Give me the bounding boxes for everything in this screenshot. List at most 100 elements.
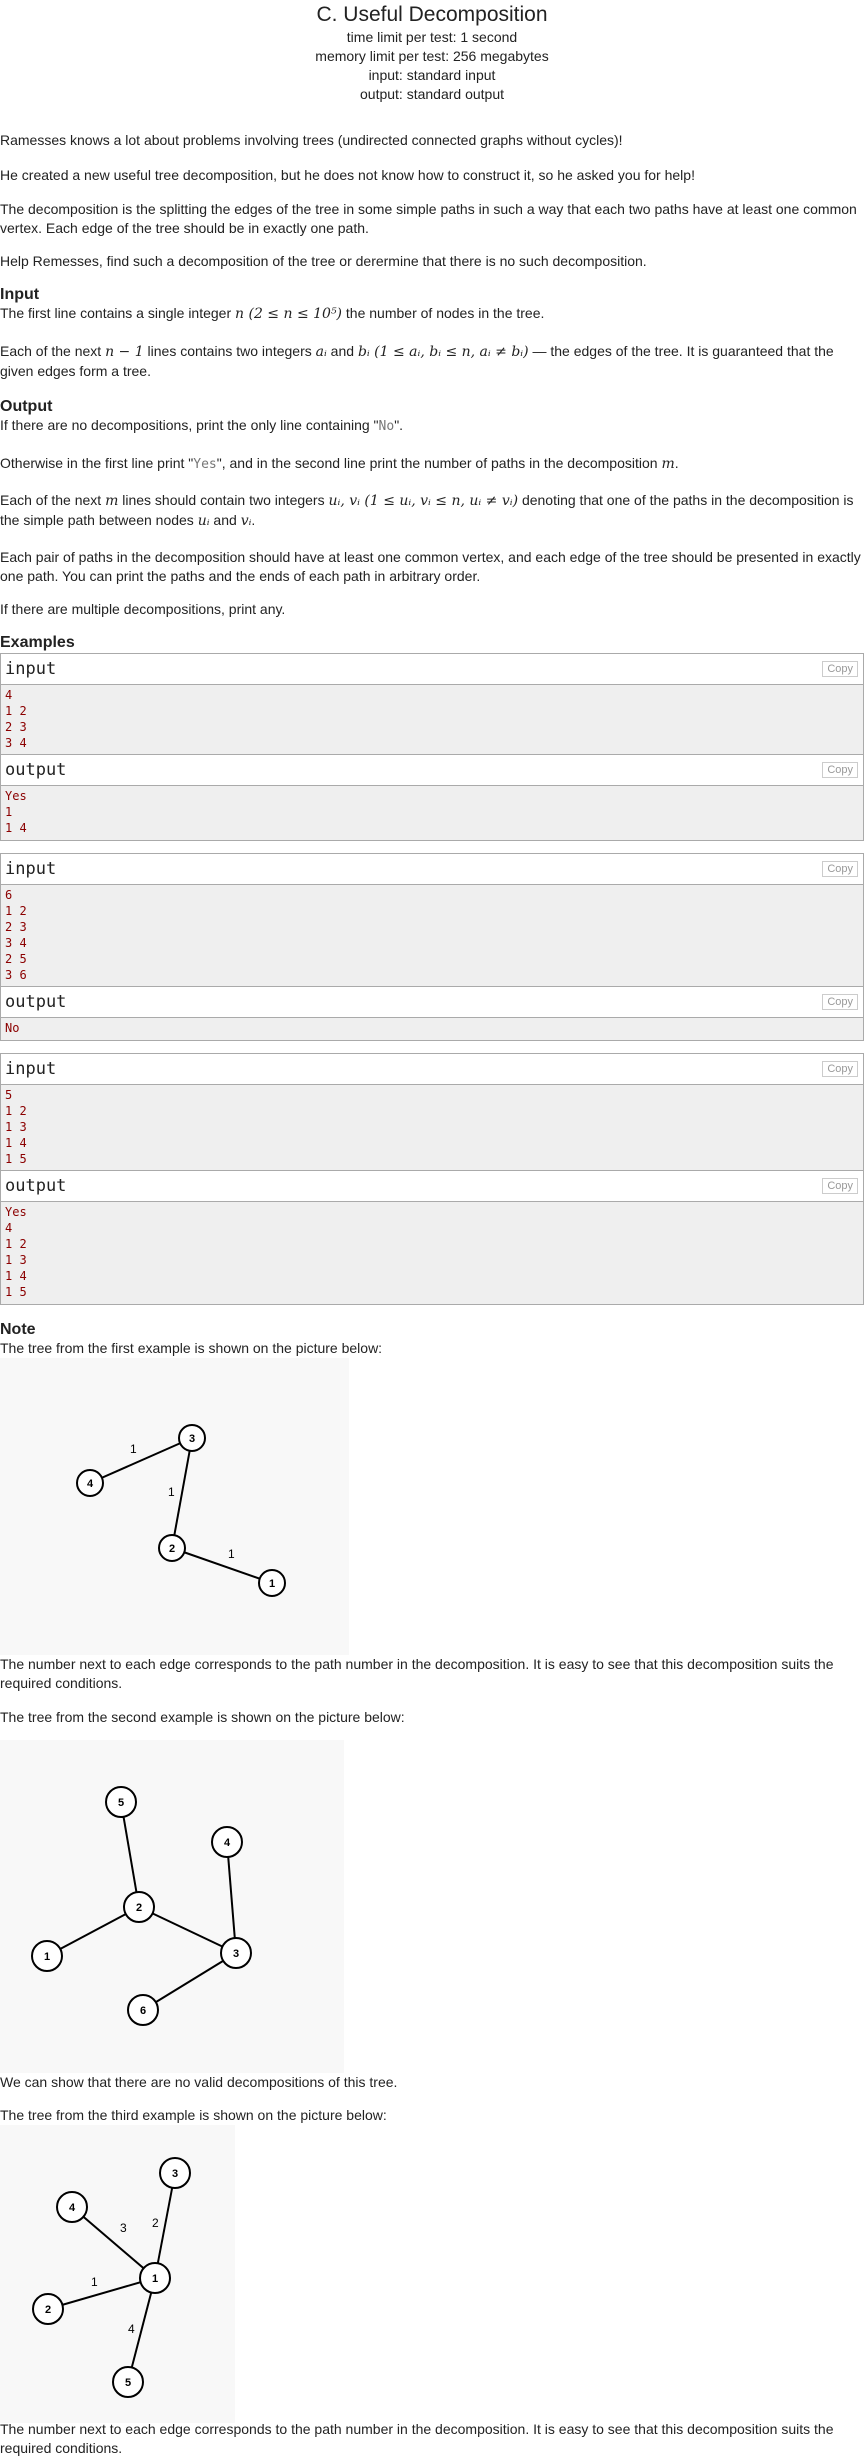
text: lines should contain two integers: [118, 492, 329, 508]
input-label: input: [5, 659, 57, 679]
legend-block-3: The decomposition is the splitting the e…: [0, 200, 864, 238]
example-1-input-text: 4 1 2 2 3 3 4: [1, 685, 863, 755]
examples-title: Examples: [0, 634, 75, 651]
text: Each of the next: [0, 492, 106, 508]
copy-button[interactable]: Copy: [822, 994, 858, 1010]
figure-3: 3 2 1 4 4 3 1 2 5: [0, 2125, 235, 2423]
copy-button[interactable]: Copy: [822, 861, 858, 877]
node-label: 2: [136, 1902, 142, 1914]
fig3-after-block: The number next to each edge corresponds…: [0, 2420, 864, 2458]
tree-diagram-2: 5 4 2 3 1 6: [31, 1786, 252, 2026]
output-label: output: [5, 992, 67, 1012]
figure-2: 5 4 2 3 1 6: [0, 1740, 344, 2073]
tree-diagram-3: 3 2 1 4 4 3 1 2 5: [32, 2157, 191, 2398]
text: Each of the next: [0, 343, 106, 359]
text: .: [251, 512, 256, 528]
edge-4-3: [89, 1437, 193, 1484]
note: Note The tree from the first example is …: [0, 1321, 864, 1358]
output-p4: Each pair of paths in the decomposition …: [0, 549, 861, 584]
edge-3-2: [171, 1437, 193, 1549]
input-specification: Input The first line contains a single i…: [0, 286, 864, 324]
copy-button[interactable]: Copy: [822, 661, 858, 677]
code: Yes: [193, 457, 217, 472]
text: the number of nodes in the tree.: [342, 305, 545, 321]
example-3-output: output Copy Yes 4 1 2 1 3 1 4 1 5: [0, 1170, 864, 1305]
example-1-output: output Copy Yes 1 1 4: [0, 754, 864, 841]
fig3-after: The number next to each edge corresponds…: [0, 2421, 834, 2456]
node-label: 4: [69, 2202, 76, 2214]
box-head: input Copy: [1, 854, 863, 885]
text: ".: [394, 417, 404, 433]
output-block-5: If there are multiple decompositions, pr…: [0, 600, 864, 619]
math: m: [661, 456, 675, 472]
text: lines contains two integers: [143, 343, 316, 359]
node-label: 3: [233, 1948, 239, 1960]
legend-block-4: Help Remesses, find such a decomposition…: [0, 252, 864, 271]
fig1-after-block: The number next to each edge corresponds…: [0, 1655, 864, 1693]
output-p3: Each of the next m lines should contain …: [0, 491, 864, 531]
fig1-after: The number next to each edge corresponds…: [0, 1656, 834, 1691]
node-label: 1: [269, 1578, 275, 1590]
node-label: 1: [44, 1951, 50, 1963]
math: uᵢ: [197, 513, 210, 529]
node-label: 2: [169, 1543, 175, 1555]
math: aᵢ: [315, 344, 327, 360]
edge-4-1: [71, 2206, 156, 2279]
output-block-2: Otherwise in the first line print "Yes",…: [0, 454, 864, 474]
node-label: 3: [172, 2168, 178, 2180]
edge-label: 1: [91, 2275, 98, 2289]
code: No: [378, 419, 395, 434]
edge-label: 1: [168, 1485, 175, 1499]
edge-2-1: [171, 1547, 273, 1584]
example-1-output-text: Yes 1 1 4: [1, 786, 863, 840]
memory-limit: memory limit per test: 256 megabytes: [315, 48, 549, 64]
input-title: Input: [0, 286, 40, 303]
example-2-input: input Copy 6 1 2 2 3 3 4 2 5 3 6: [0, 853, 864, 988]
copy-button[interactable]: Copy: [822, 1061, 858, 1077]
node-label: 2: [45, 2304, 51, 2316]
output-label: output: [5, 760, 67, 780]
legend-p4: Help Remesses, find such a decomposition…: [0, 253, 647, 269]
box-head: output Copy: [1, 1171, 863, 1202]
box-head: input Copy: [1, 654, 863, 685]
math: n (2 ≤ n ≤ 10⁵): [235, 306, 343, 322]
fig2-after: We can show that there are no valid deco…: [0, 2074, 398, 2090]
math: uᵢ, vᵢ (1 ≤ uᵢ, vᵢ ≤ n, uᵢ ≠ vᵢ): [328, 493, 519, 509]
text: and: [326, 343, 358, 359]
legend-p1: Ramesses knows a lot about problems invo…: [0, 132, 623, 148]
output-block-4: Each pair of paths in the decomposition …: [0, 548, 864, 586]
input-line2: Each of the next n − 1 lines contains tw…: [0, 342, 864, 381]
fig2-caption-block: The tree from the second example is show…: [0, 1708, 864, 1727]
node-label: 1: [152, 2273, 158, 2285]
output-p1: If there are no decompositions, print th…: [0, 416, 864, 436]
math: n − 1: [105, 344, 144, 360]
text: .: [674, 455, 679, 471]
text: If there are no decompositions, print th…: [0, 417, 379, 433]
node-label: 4: [224, 1837, 231, 1849]
node-label: 5: [118, 1797, 124, 1809]
problem-header: C. Useful Decomposition time limit per t…: [0, 0, 864, 104]
text: ", and in the second line print the numb…: [216, 455, 662, 471]
problem-title: C. Useful Decomposition: [316, 3, 548, 26]
fig3-caption: The tree from the third example is shown…: [0, 2107, 387, 2123]
output-file: output: standard output: [360, 86, 504, 102]
input-line1: The first line contains a single integer…: [0, 304, 864, 324]
copy-button[interactable]: Copy: [822, 762, 858, 778]
example-3-input: input Copy 5 1 2 1 3 1 4 1 5: [0, 1053, 864, 1172]
output-block-3: Each of the next m lines should contain …: [0, 491, 864, 531]
input-file: input: standard input: [368, 67, 496, 83]
text: The first line contains a single integer: [0, 305, 236, 321]
example-3-output-text: Yes 4 1 2 1 3 1 4 1 5: [1, 1202, 863, 1304]
copy-button[interactable]: Copy: [822, 1178, 858, 1194]
tree-diagram-1: 1 1 1 4 3 2 1: [76, 1424, 286, 1597]
edge-label: 1: [228, 1547, 235, 1561]
output-p5: If there are multiple decompositions, pr…: [0, 601, 286, 617]
legend-p2: He created a new useful tree decompositi…: [0, 167, 695, 183]
text: and: [209, 512, 241, 528]
text: Otherwise in the first line print ": [0, 455, 194, 471]
box-head: input Copy: [1, 1054, 863, 1085]
note-title: Note: [0, 1321, 36, 1338]
box-head: output Copy: [1, 987, 863, 1018]
example-2-input-text: 6 1 2 2 3 3 4 2 5 3 6: [1, 885, 863, 987]
math: vᵢ: [240, 513, 252, 529]
